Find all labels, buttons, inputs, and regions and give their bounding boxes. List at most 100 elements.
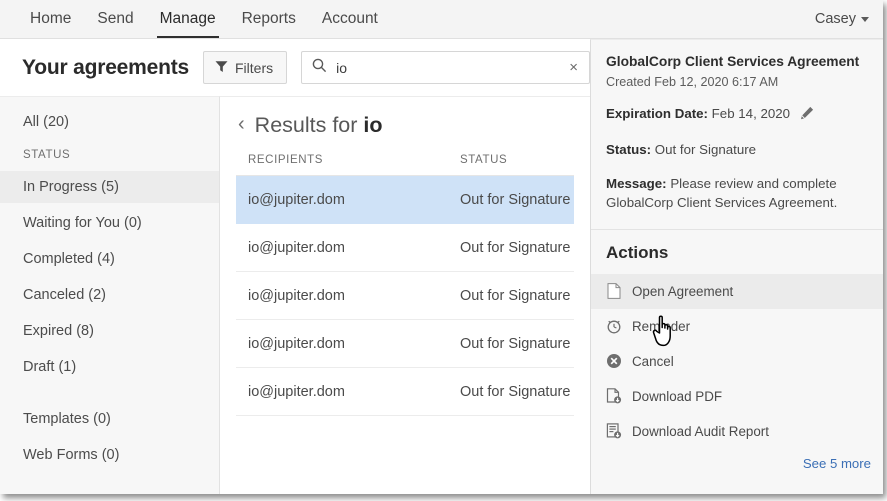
sidebar: All (20) STATUS In Progress (5) Waiting … [0, 96, 220, 494]
download-pdf-icon [606, 388, 622, 404]
top-navigation-bar: Home Send Manage Reports Account Casey [0, 0, 883, 39]
sidebar-item-draft[interactable]: Draft (1) [0, 351, 219, 383]
filters-button-label: Filters [235, 60, 273, 76]
nav-item-home[interactable]: Home [17, 0, 84, 38]
sidebar-item-templates[interactable]: Templates (0) [0, 403, 219, 435]
sidebar-item-canceled[interactable]: Canceled (2) [0, 279, 219, 311]
nav-item-label: Reports [242, 10, 296, 28]
results-title: Results for io [255, 113, 383, 138]
cell-status: Out for Signature [460, 192, 570, 208]
alarm-clock-icon [606, 318, 622, 334]
sidebar-item-completed[interactable]: Completed (4) [0, 243, 219, 275]
status-value: Out for Signature [655, 142, 756, 157]
table-row[interactable]: io@jupiter.dom Out for Signature [236, 176, 574, 224]
nav-item-label: Home [30, 10, 71, 28]
sidebar-item-label: In Progress (5) [23, 179, 119, 195]
cell-recipient: io@jupiter.dom [248, 240, 460, 256]
sidebar-item-label: Completed (4) [23, 251, 115, 267]
message-field: Message: Please review and complete Glob… [606, 174, 867, 213]
user-menu[interactable]: Casey [815, 0, 869, 38]
cell-status: Out for Signature [460, 288, 570, 304]
action-download-audit-report[interactable]: Download Audit Report [591, 414, 883, 449]
nav-item-label: Send [97, 10, 133, 28]
content-row: All (20) STATUS In Progress (5) Waiting … [0, 96, 590, 494]
cell-status: Out for Signature [460, 240, 570, 256]
nav-item-send[interactable]: Send [84, 0, 146, 38]
sidebar-item-all[interactable]: All (20) [0, 106, 219, 138]
sidebar-item-label: Web Forms (0) [23, 447, 119, 463]
agreement-created-date: Created Feb 12, 2020 6:17 AM [606, 75, 867, 89]
clear-search-icon[interactable]: × [568, 60, 579, 75]
action-label: Cancel [632, 354, 674, 369]
sidebar-item-label: Templates (0) [23, 411, 111, 427]
nav-item-label: Account [322, 10, 378, 28]
action-open-agreement[interactable]: Open Agreement [591, 274, 883, 309]
sidebar-item-waiting-for-you[interactable]: Waiting for You (0) [0, 207, 219, 239]
sidebar-item-in-progress[interactable]: In Progress (5) [0, 171, 219, 203]
see-more-link[interactable]: See 5 more [803, 456, 871, 471]
action-label: Reminder [632, 319, 690, 334]
document-icon [606, 283, 622, 299]
page-title: Your agreements [22, 56, 189, 80]
action-label: Download PDF [632, 389, 722, 404]
sidebar-divider-space [0, 387, 219, 403]
sidebar-item-label: All (20) [23, 114, 69, 130]
cell-recipient: io@jupiter.dom [248, 192, 460, 208]
cell-recipient: io@jupiter.dom [248, 336, 460, 352]
table-row[interactable]: io@jupiter.dom Out for Signature [236, 272, 574, 320]
sidebar-item-label: Draft (1) [23, 359, 76, 375]
x-circle-icon [606, 353, 622, 369]
cell-status: Out for Signature [460, 384, 570, 400]
nav-item-manage[interactable]: Manage [147, 0, 229, 38]
agreement-summary: GlobalCorp Client Services Agreement Cre… [591, 40, 883, 230]
see-more-row: See 5 more [591, 449, 883, 482]
table-row[interactable]: io@jupiter.dom Out for Signature [236, 224, 574, 272]
message-label: Message: [606, 176, 667, 191]
sidebar-section-status: STATUS [0, 142, 219, 168]
table-row[interactable]: io@jupiter.dom Out for Signature [236, 368, 574, 416]
edit-pencil-icon[interactable] [800, 106, 814, 125]
sidebar-item-label: Canceled (2) [23, 287, 106, 303]
sidebar-item-expired[interactable]: Expired (8) [0, 315, 219, 347]
user-menu-label: Casey [815, 11, 856, 27]
cell-status: Out for Signature [460, 336, 570, 352]
agreement-title: GlobalCorp Client Services Agreement [606, 53, 867, 72]
sidebar-item-label: Waiting for You (0) [23, 215, 142, 231]
search-input[interactable]: io [336, 61, 559, 75]
table-row[interactable]: io@jupiter.dom Out for Signature [236, 320, 574, 368]
cell-recipient: io@jupiter.dom [248, 384, 460, 400]
expiration-date-field: Expiration Date: Feb 14, 2020 [606, 104, 867, 125]
results-title-prefix: Results for [255, 113, 364, 137]
page-header: Your agreements Filters [0, 39, 590, 96]
status-label: Status: [606, 142, 651, 157]
actions-heading: Actions [591, 243, 883, 274]
results-title-query: io [363, 113, 382, 137]
action-cancel[interactable]: Cancel [591, 344, 883, 379]
actions-section: Actions Open Agreement [591, 230, 883, 494]
sidebar-item-web-forms[interactable]: Web Forms (0) [0, 439, 219, 471]
sidebar-item-label: Expired (8) [23, 323, 94, 339]
download-audit-icon [606, 423, 622, 439]
application-window: Home Send Manage Reports Account Casey Y… [0, 0, 883, 494]
back-chevron-icon[interactable]: ‹ [238, 114, 245, 137]
action-reminder[interactable]: Reminder [591, 309, 883, 344]
search-icon [312, 58, 327, 78]
results-column-headers: RECIPIENTS STATUS [236, 154, 574, 176]
column-header-recipients: RECIPIENTS [248, 154, 460, 166]
results-panel: ‹ Results for io RECIPIENTS STATUS io@ju… [220, 96, 590, 494]
agreement-detail-panel: GlobalCorp Client Services Agreement Cre… [590, 39, 883, 494]
action-label: Download Audit Report [632, 424, 769, 439]
filters-button[interactable]: Filters [203, 51, 287, 84]
action-label: Open Agreement [632, 284, 733, 299]
main-body: Your agreements Filters [0, 39, 883, 494]
nav-item-account[interactable]: Account [309, 0, 391, 38]
results-header: ‹ Results for io [236, 113, 574, 138]
cell-recipient: io@jupiter.dom [248, 288, 460, 304]
expiration-date-label: Expiration Date: [606, 106, 708, 121]
status-field: Status: Out for Signature [606, 140, 867, 159]
left-column: Your agreements Filters [0, 39, 590, 494]
nav-item-reports[interactable]: Reports [229, 0, 309, 38]
chevron-down-icon [861, 17, 869, 22]
search-box[interactable]: io × [301, 51, 590, 84]
action-download-pdf[interactable]: Download PDF [591, 379, 883, 414]
